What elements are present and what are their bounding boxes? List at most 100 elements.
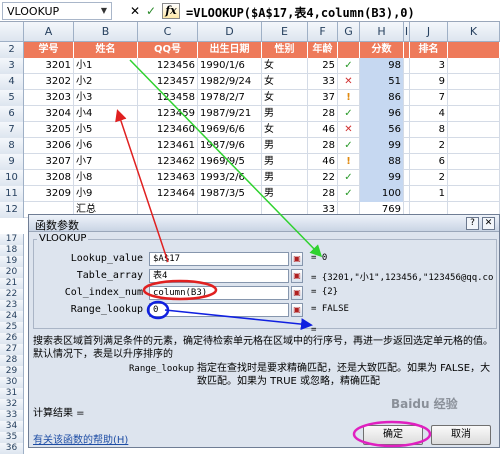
table-cell[interactable]: 33 — [308, 74, 338, 90]
table-cell[interactable] — [448, 90, 500, 106]
table-cell[interactable] — [448, 58, 500, 74]
range-select-icon[interactable]: ▣ — [291, 252, 303, 266]
row-number[interactable]: 5 — [0, 90, 24, 106]
column-header[interactable]: D — [198, 22, 262, 42]
row-number[interactable]: 12 — [0, 202, 24, 218]
table-cell[interactable]: 女 — [262, 58, 308, 74]
close-icon[interactable]: ✕ — [482, 217, 495, 230]
table-cell[interactable]: 小2 — [74, 74, 138, 90]
row-number[interactable]: 30 — [0, 377, 24, 388]
table-cell[interactable]: 小8 — [74, 170, 138, 186]
table-cell[interactable]: 1 — [410, 186, 448, 202]
table-cell[interactable]: 3204 — [24, 106, 74, 122]
row-number[interactable]: 26 — [0, 333, 24, 344]
column-header[interactable]: K — [448, 22, 500, 42]
row-number[interactable]: 10 — [0, 170, 24, 186]
row-number[interactable]: 6 — [0, 106, 24, 122]
table-cell[interactable]: 37 — [308, 90, 338, 106]
row-number[interactable]: 23 — [0, 300, 24, 311]
name-box[interactable]: VLOOKUP — [2, 2, 112, 20]
row-number[interactable]: 3 — [0, 58, 24, 74]
row-number[interactable]: 27 — [0, 344, 24, 355]
table-cell[interactable]: ✕ — [338, 74, 360, 90]
table-cell[interactable]: 小5 — [74, 122, 138, 138]
table-cell[interactable] — [448, 106, 500, 122]
table-cell[interactable] — [448, 170, 500, 186]
table-cell[interactable]: 46 — [308, 154, 338, 170]
table-cell[interactable]: 9 — [410, 74, 448, 90]
column-header[interactable]: H — [360, 22, 404, 42]
table-cell[interactable]: 性别 — [262, 42, 308, 58]
table-cell[interactable] — [448, 154, 500, 170]
table-cell[interactable]: 男 — [262, 138, 308, 154]
row-number[interactable]: 17 — [0, 234, 24, 245]
range-lookup-input[interactable]: 0 — [149, 303, 289, 317]
table-cell[interactable]: 姓名 — [74, 42, 138, 58]
row-number[interactable]: 28 — [0, 355, 24, 366]
table-cell[interactable]: 分数 — [360, 42, 404, 58]
row-number[interactable]: 21 — [0, 278, 24, 289]
table-cell[interactable] — [448, 122, 500, 138]
table-cell[interactable]: 99 — [360, 170, 404, 186]
table-cell[interactable]: 100 — [360, 186, 404, 202]
row-number[interactable]: 11 — [0, 186, 24, 202]
table-cell[interactable]: ✓ — [338, 138, 360, 154]
table-cell[interactable] — [448, 74, 500, 90]
table-cell[interactable]: 51 — [360, 74, 404, 90]
insert-function-button[interactable]: fx — [162, 3, 180, 19]
table-cell[interactable]: 123460 — [138, 122, 198, 138]
table-cell[interactable]: 男 — [262, 170, 308, 186]
table-cell[interactable]: 女 — [262, 74, 308, 90]
row-number[interactable]: 18 — [0, 245, 24, 256]
cancel-button[interactable]: 取消 — [431, 425, 491, 445]
column-header[interactable]: G — [338, 22, 360, 42]
select-all-corner[interactable] — [0, 22, 24, 42]
row-number[interactable]: 34 — [0, 421, 24, 432]
table-cell[interactable] — [448, 186, 500, 202]
help-link[interactable]: 有关该函数的帮助(H) — [33, 431, 128, 446]
table-cell[interactable]: 123459 — [138, 106, 198, 122]
table-cell[interactable] — [448, 138, 500, 154]
table-cell[interactable]: 1987/3/5 — [198, 186, 262, 202]
row-number[interactable]: 33 — [0, 410, 24, 421]
table-cell[interactable]: 3203 — [24, 90, 74, 106]
table-cell[interactable]: 56 — [360, 122, 404, 138]
row-number[interactable]: 31 — [0, 388, 24, 399]
formula-input[interactable]: =VLOOKUP($A$17,表4,column(B3),0) — [186, 2, 500, 20]
cancel-icon[interactable]: ✕ — [128, 3, 142, 19]
table-cell[interactable]: 88 — [360, 154, 404, 170]
table-cell[interactable]: 123461 — [138, 138, 198, 154]
table-cell[interactable]: 1982/9/24 — [198, 74, 262, 90]
table-cell[interactable]: 男 — [262, 154, 308, 170]
table-cell[interactable]: 123456 — [138, 58, 198, 74]
table-cell[interactable]: 123463 — [138, 170, 198, 186]
table-cell[interactable]: 出生日期 — [198, 42, 262, 58]
ok-button[interactable]: 确定 — [363, 425, 423, 445]
table-cell[interactable]: 98 — [360, 58, 404, 74]
table-cell[interactable]: 1987/9/21 — [198, 106, 262, 122]
table-cell[interactable]: 1990/1/6 — [198, 58, 262, 74]
row-number[interactable]: 4 — [0, 74, 24, 90]
table-cell[interactable]: 3 — [410, 58, 448, 74]
table-cell[interactable]: 排名 — [410, 42, 448, 58]
table-cell[interactable]: 3201 — [24, 58, 74, 74]
column-header[interactable]: F — [308, 22, 338, 42]
table-cell[interactable]: 3207 — [24, 154, 74, 170]
table-cell[interactable]: 女 — [262, 122, 308, 138]
lookup-value-input[interactable]: $A$17 — [149, 252, 289, 266]
table-cell[interactable]: ✕ — [338, 122, 360, 138]
table-cell[interactable]: ! — [338, 154, 360, 170]
column-header[interactable]: J — [410, 22, 448, 42]
table-cell[interactable]: ✓ — [338, 58, 360, 74]
row-number[interactable]: 36 — [0, 443, 24, 454]
table-cell[interactable]: 小3 — [74, 90, 138, 106]
table-cell[interactable]: 女 — [262, 90, 308, 106]
table-cell[interactable]: 1969/6/6 — [198, 122, 262, 138]
table-cell[interactable]: 46 — [308, 122, 338, 138]
table-cell[interactable]: ✓ — [338, 106, 360, 122]
table-cell[interactable]: 123457 — [138, 74, 198, 90]
table-cell[interactable]: ✓ — [338, 170, 360, 186]
table-cell[interactable]: 小9 — [74, 186, 138, 202]
table-cell[interactable]: 123464 — [138, 186, 198, 202]
table-cell[interactable]: 3202 — [24, 74, 74, 90]
